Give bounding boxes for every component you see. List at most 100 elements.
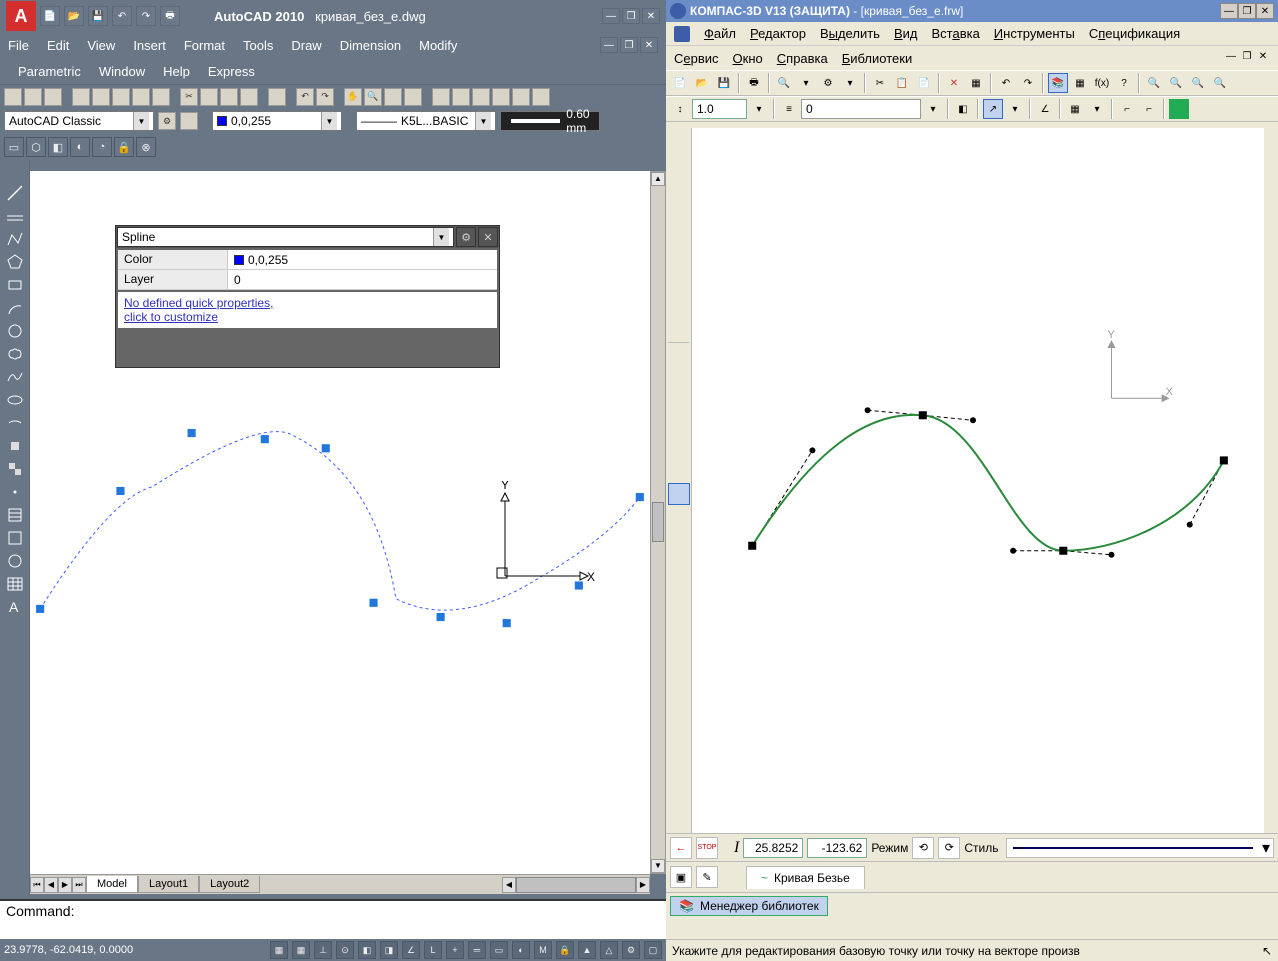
tab-prev-icon[interactable]: ◀: [44, 877, 58, 893]
line-icon[interactable]: [4, 182, 26, 204]
vertical-scrollbar[interactable]: ▲ ▼: [650, 171, 666, 874]
k-help-icon[interactable]: ?: [1114, 73, 1134, 93]
k-vtb-9-icon[interactable]: [668, 313, 690, 335]
k-vtb-ellipse-icon[interactable]: [668, 437, 690, 459]
k-vtb-4-icon[interactable]: [668, 198, 690, 220]
k-layer-combo[interactable]: 0: [801, 99, 921, 119]
k-layer-arrow-icon[interactable]: ▾: [923, 99, 943, 119]
insert-block-icon[interactable]: [4, 435, 26, 457]
close-icon[interactable]: ✕: [642, 8, 660, 24]
menu-file[interactable]: File: [8, 38, 29, 53]
match-icon[interactable]: [240, 88, 258, 106]
ws-settings-icon[interactable]: ⚙: [158, 112, 176, 130]
k-snap-toggle-icon[interactable]: ↗: [983, 99, 1003, 119]
zoom-icon[interactable]: 🔍: [364, 88, 382, 106]
maximize-icon[interactable]: ❐: [622, 8, 640, 24]
k-vtb-circle-icon[interactable]: [668, 391, 690, 413]
kompas-vertical-scrollbar[interactable]: [1264, 128, 1278, 833]
revcloud-icon[interactable]: [4, 343, 26, 365]
k-undo-icon[interactable]: ↶: [996, 73, 1016, 93]
dyn-icon[interactable]: +: [446, 941, 464, 959]
qprops-customize-link[interactable]: No defined quick properties,click to cus…: [118, 292, 497, 328]
qat-redo-icon[interactable]: ↷: [136, 6, 156, 26]
menu-dimension[interactable]: Dimension: [340, 38, 401, 53]
k-scale-icon[interactable]: ↕: [670, 99, 690, 119]
lineweight-combo[interactable]: 0.60 mm: [500, 111, 600, 131]
k-delete-icon[interactable]: ✕: [944, 73, 964, 93]
menu-tools[interactable]: Tools: [243, 38, 273, 53]
autocad-logo[interactable]: A: [6, 1, 36, 31]
tab-layout1[interactable]: Layout1: [138, 876, 199, 893]
k-vtb-8-icon[interactable]: [668, 290, 690, 312]
cut-icon[interactable]: ✂: [180, 88, 198, 106]
k-style-combo[interactable]: ▾: [1006, 838, 1274, 858]
k-open-icon[interactable]: 📂: [692, 73, 712, 93]
ellipse-arc-icon[interactable]: [4, 412, 26, 434]
make-block-icon[interactable]: [4, 458, 26, 480]
workspace-combo[interactable]: AutoCAD Classic▼: [4, 111, 154, 131]
color-combo[interactable]: 0,0,255▼: [212, 111, 342, 131]
menu-view[interactable]: View: [87, 38, 115, 53]
k-globcs-icon[interactable]: ⌐: [1139, 99, 1159, 119]
qprops-type-combo[interactable]: Spline▼: [117, 227, 454, 247]
zoom-prev-icon[interactable]: [384, 88, 402, 106]
k-scale-arrow-icon[interactable]: ▾: [749, 99, 769, 119]
tab-model[interactable]: Model: [86, 876, 138, 893]
qat-new-icon[interactable]: 📄: [40, 6, 60, 26]
k-pp-tab-bezier[interactable]: ~Кривая Безье: [746, 866, 865, 889]
linetype-combo[interactable]: ———K5L...BASIC▼: [356, 111, 496, 131]
k-save-icon[interactable]: 💾: [714, 73, 734, 93]
circle-icon[interactable]: [4, 320, 26, 342]
k-vtb-line-icon[interactable]: [668, 368, 690, 390]
k-menu-file[interactable]: Файл: [704, 26, 736, 41]
qat-open-icon[interactable]: 📂: [64, 6, 84, 26]
copy-icon[interactable]: [200, 88, 218, 106]
qprops-options-icon[interactable]: ⚙: [456, 227, 476, 247]
vp-scale-icon[interactable]: ⊗: [136, 137, 156, 157]
k-coord-y-input[interactable]: [807, 838, 867, 858]
k-coord-x-input[interactable]: [743, 838, 803, 858]
inner-minimize-icon[interactable]: —: [600, 37, 618, 53]
k-print-icon[interactable]: 🖶: [744, 73, 764, 93]
k-preview-arrow-icon[interactable]: ▾: [796, 73, 816, 93]
sheet-icon[interactable]: [492, 88, 510, 106]
k-pp-select-icon[interactable]: ▣: [670, 866, 692, 888]
hscroll-thumb[interactable]: [516, 877, 636, 893]
inner-close-icon[interactable]: ✕: [640, 37, 658, 53]
k-pp-back-icon[interactable]: ←: [670, 837, 692, 859]
k-vtb-poly-icon[interactable]: [668, 460, 690, 482]
vp-clip-icon[interactable]: ◐: [70, 137, 90, 157]
k-localcs-icon[interactable]: ⌐: [1117, 99, 1137, 119]
clean-icon[interactable]: ▢: [644, 941, 662, 959]
qp-icon[interactable]: ▭: [490, 941, 508, 959]
snap-icon[interactable]: ▦: [270, 941, 288, 959]
save-icon[interactable]: [44, 88, 62, 106]
annoviz-icon[interactable]: ▲: [578, 941, 596, 959]
k-grid-arrow-icon[interactable]: ▾: [1087, 99, 1107, 119]
qcalc-icon[interactable]: [532, 88, 550, 106]
lock-icon[interactable]: 🔒: [556, 941, 574, 959]
inner-maximize-icon[interactable]: ❐: [620, 37, 638, 53]
k-vtb-3-icon[interactable]: [668, 175, 690, 197]
k-vtb-7-icon[interactable]: [668, 267, 690, 289]
print-icon[interactable]: [72, 88, 90, 106]
qat-print-icon[interactable]: 🖶: [160, 6, 180, 26]
menu-parametric[interactable]: Parametric: [18, 64, 81, 79]
rectangle-icon[interactable]: [4, 274, 26, 296]
menu-window[interactable]: Window: [99, 64, 145, 79]
k-cut-icon[interactable]: ✂: [870, 73, 890, 93]
menu-modify[interactable]: Modify: [419, 38, 457, 53]
k-preview-icon[interactable]: 🔍: [774, 73, 794, 93]
mtext-icon[interactable]: A: [4, 596, 26, 618]
arc-icon[interactable]: [4, 297, 26, 319]
k-maximize-icon[interactable]: ❐: [1238, 3, 1256, 19]
mark-icon[interactable]: [512, 88, 530, 106]
k-menu-help[interactable]: Справка: [777, 51, 828, 66]
k-close-icon[interactable]: ✕: [1256, 3, 1274, 19]
qat-save-icon[interactable]: 💾: [88, 6, 108, 26]
k-zoomfit-icon[interactable]: 🔍: [1210, 73, 1230, 93]
k-menu-edit[interactable]: Редактор: [750, 26, 806, 41]
k-inner-restore-icon[interactable]: ❐: [1240, 50, 1254, 62]
qprops-row-color[interactable]: Color 0,0,255: [118, 250, 497, 270]
k-vtb-point-icon[interactable]: [668, 345, 690, 367]
